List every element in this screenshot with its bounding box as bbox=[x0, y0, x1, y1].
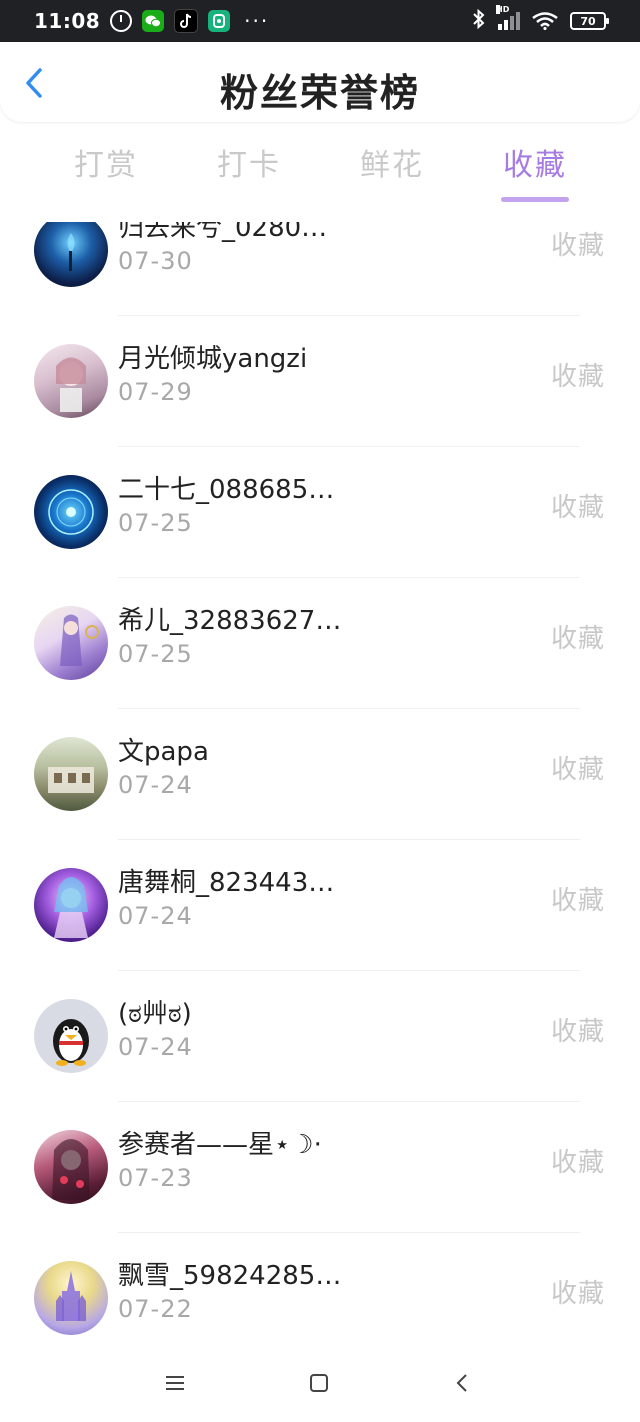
signal-icon: HD bbox=[496, 5, 520, 30]
user-name: 唐舞桐_823443… bbox=[118, 868, 335, 898]
tab-favorites[interactable]: 收藏 bbox=[475, 140, 595, 184]
bluetooth-icon bbox=[472, 8, 486, 34]
avatar bbox=[34, 344, 108, 418]
favorite-date: 07-25 bbox=[118, 640, 193, 668]
avatar bbox=[34, 868, 108, 942]
wifi-icon bbox=[532, 12, 558, 31]
list-item[interactable]: 月光倾城yangzi 07-29 收藏 bbox=[0, 316, 640, 447]
list-item[interactable]: 飘雪_59824285… 07-22 收藏 bbox=[0, 1233, 640, 1357]
list-item[interactable]: 二十七_088685… 07-25 收藏 bbox=[0, 447, 640, 578]
user-name: 归去来兮_0280… bbox=[118, 222, 328, 243]
back-chevron-icon bbox=[456, 1374, 467, 1392]
home-button[interactable] bbox=[304, 1368, 334, 1398]
list-item[interactable]: (ಠ艸ಠ) 07-24 收藏 bbox=[0, 971, 640, 1102]
favorite-date: 07-30 bbox=[118, 247, 193, 275]
fan-list: 归去来兮_0280… 07-30 收藏 月光倾城yangzi 07-29 收藏 … bbox=[0, 222, 640, 1357]
favorite-date: 07-24 bbox=[118, 902, 193, 930]
alarm-icon bbox=[110, 10, 133, 32]
penguin-avatar bbox=[53, 1019, 89, 1066]
tab-checkin[interactable]: 打卡 bbox=[189, 140, 309, 184]
wechat-icon bbox=[142, 10, 165, 32]
home-square-icon bbox=[310, 1374, 328, 1392]
list-item[interactable]: 文papa 07-24 收藏 bbox=[0, 709, 640, 840]
action-label: 收藏 bbox=[550, 362, 605, 392]
tab-bar: 打赏 打卡 鲜花 收藏 bbox=[0, 140, 640, 210]
avatar bbox=[34, 1130, 108, 1204]
list-item[interactable]: 参赛者——星⋆☽· 07-23 收藏 bbox=[0, 1102, 640, 1233]
menu-button[interactable] bbox=[160, 1368, 190, 1398]
favorite-date: 07-23 bbox=[118, 1164, 193, 1192]
tiktok-icon bbox=[174, 9, 199, 33]
user-name: 参赛者——星⋆☽· bbox=[118, 1130, 322, 1160]
tab-reward[interactable]: 打赏 bbox=[46, 140, 166, 184]
favorite-date: 07-25 bbox=[118, 509, 193, 537]
status-bar-left: 11:08 ··· bbox=[34, 9, 269, 33]
favorite-date: 07-29 bbox=[118, 378, 193, 406]
avatar bbox=[34, 999, 108, 1073]
action-label: 收藏 bbox=[550, 231, 605, 261]
action-label: 收藏 bbox=[550, 493, 605, 523]
user-name: 希儿_32883627… bbox=[118, 606, 342, 636]
status-bar-right: HD 70 bbox=[472, 5, 609, 34]
action-label: 收藏 bbox=[550, 886, 605, 916]
battery-level: 70 bbox=[580, 14, 596, 28]
list-item[interactable]: 唐舞桐_823443… 07-24 收藏 bbox=[0, 840, 640, 971]
system-nav-bar bbox=[0, 1350, 640, 1422]
favorite-date: 07-24 bbox=[118, 1033, 193, 1061]
action-label: 收藏 bbox=[550, 1279, 605, 1309]
user-name: 二十七_088685… bbox=[118, 475, 335, 505]
favorite-date: 07-22 bbox=[118, 1295, 193, 1323]
user-name: (ಠ艸ಠ) bbox=[118, 999, 192, 1029]
action-label: 收藏 bbox=[550, 1148, 605, 1178]
avatar bbox=[34, 606, 108, 680]
status-time: 11:08 bbox=[34, 9, 101, 33]
user-name: 月光倾城yangzi bbox=[118, 344, 308, 374]
list-item[interactable]: 希儿_32883627… 07-25 收藏 bbox=[0, 578, 640, 709]
tab-flowers[interactable]: 鲜花 bbox=[332, 140, 452, 184]
action-label: 收藏 bbox=[550, 755, 605, 785]
active-tab-indicator bbox=[501, 197, 569, 202]
action-label: 收藏 bbox=[550, 624, 605, 654]
user-name: 飘雪_59824285… bbox=[118, 1261, 342, 1291]
system-back-button[interactable] bbox=[448, 1368, 478, 1398]
action-label: 收藏 bbox=[550, 1017, 605, 1047]
app-header: 粉丝荣誉榜 bbox=[0, 42, 640, 122]
user-name: 文papa bbox=[118, 737, 209, 767]
hd-label: HD bbox=[496, 5, 510, 14]
avatar bbox=[34, 737, 108, 811]
avatar bbox=[34, 1261, 108, 1335]
favorite-date: 07-24 bbox=[118, 771, 193, 799]
menu-icon bbox=[166, 1376, 184, 1390]
shield-icon bbox=[208, 10, 231, 32]
more-notifications-icon: ··· bbox=[244, 9, 270, 33]
status-bar: 11:08 ··· HD 70 bbox=[0, 0, 640, 42]
battery-icon: 70 bbox=[570, 12, 609, 30]
avatar bbox=[34, 222, 108, 287]
list-item[interactable]: 归去来兮_0280… 07-30 收藏 bbox=[0, 222, 640, 316]
avatar bbox=[34, 475, 108, 549]
page-title: 粉丝荣誉榜 bbox=[219, 71, 420, 115]
